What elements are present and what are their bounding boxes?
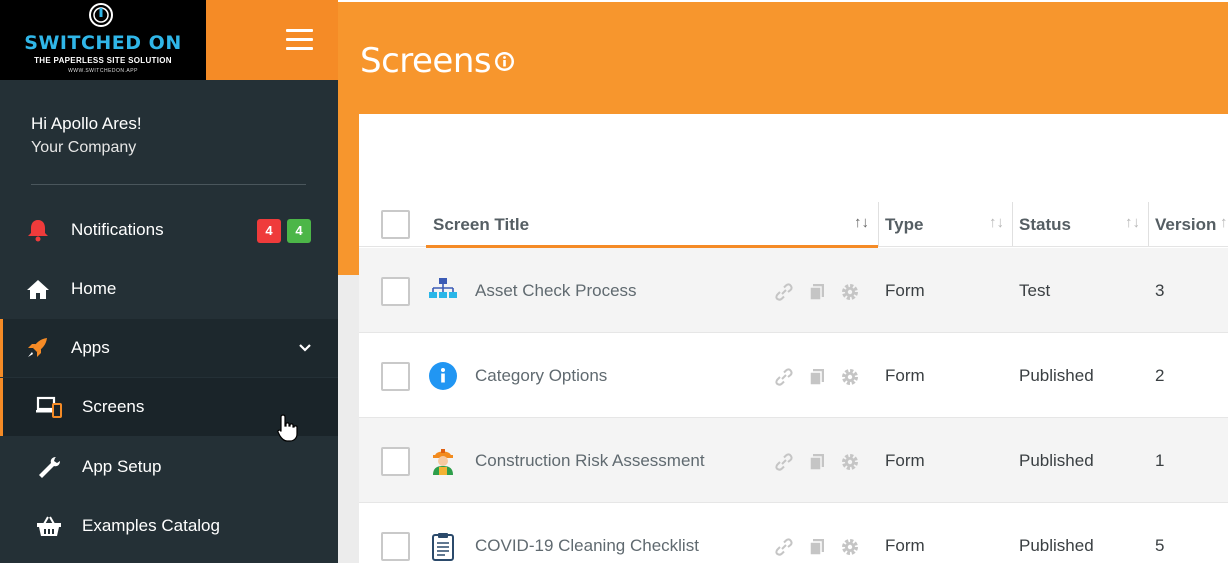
sidebar-item-label: Home: [71, 279, 117, 298]
notification-badge-green: 4: [287, 219, 311, 243]
page-title: Screens: [360, 41, 492, 81]
copy-icon[interactable]: [807, 537, 827, 557]
status-cell: Published: [1019, 366, 1094, 385]
user-greeting: Hi Apollo Ares!: [31, 114, 142, 133]
version-cell: 5: [1155, 536, 1165, 555]
active-indicator: [0, 319, 3, 377]
sort-icon: ↑: [1220, 214, 1228, 231]
table-row[interactable]: Category Options Form Published 2: [359, 333, 1228, 418]
status-cell: Test: [1019, 281, 1051, 300]
column-label: Version: [1155, 215, 1217, 234]
table-row[interactable]: COVID-19 Cleaning Checklist Form Publish…: [359, 503, 1228, 563]
row-checkbox[interactable]: [381, 277, 410, 306]
sidebar-item-label: Examples Catalog: [82, 516, 220, 535]
notification-badge-red: 4: [257, 219, 281, 243]
brand-url: WWW.SWITCHEDON.APP: [68, 68, 138, 74]
sidebar-item-label: Apps: [71, 338, 110, 357]
sidebar-item-label: Screens: [82, 397, 145, 416]
sort-icon: ↑↓: [1125, 214, 1140, 231]
basket-icon: [37, 516, 61, 536]
column-label: Screen Title: [433, 215, 530, 234]
info-circle-icon: [429, 362, 457, 390]
version-cell: 1: [1155, 451, 1165, 470]
sidebar-item-label: Notifications: [71, 220, 164, 239]
sidebar-top-bar: [206, 0, 338, 80]
column-header-status[interactable]: Status ↑↓: [1012, 202, 1148, 248]
sidebar-item-notifications[interactable]: Notifications 4 4: [0, 201, 338, 259]
type-cell: Form: [885, 366, 925, 385]
version-cell: 2: [1155, 366, 1165, 385]
copy-icon[interactable]: [807, 282, 827, 302]
sort-icon: ↑↓: [989, 214, 1004, 231]
gear-icon[interactable]: [840, 367, 860, 387]
sidebar-item-app-setup[interactable]: App Setup: [0, 438, 338, 496]
column-label: Type: [885, 215, 924, 234]
sidebar-item-examples-catalog[interactable]: Examples Catalog: [0, 497, 338, 555]
row-checkbox[interactable]: [381, 447, 410, 476]
version-cell: 3: [1155, 281, 1165, 300]
screen-title-link[interactable]: Category Options: [475, 366, 607, 386]
sidebar-item-apps[interactable]: Apps: [0, 319, 338, 377]
brand-name: SWITCHED ON: [24, 32, 182, 54]
construction-worker-icon: [433, 449, 453, 475]
screen-title-link[interactable]: COVID-19 Cleaning Checklist: [475, 536, 699, 556]
column-header-type[interactable]: Type ↑↓: [878, 202, 1012, 248]
sidebar-divider: [31, 184, 306, 185]
type-cell: Form: [885, 536, 925, 555]
chevron-down-icon: [299, 344, 311, 352]
brand-tagline: THE PAPERLESS SITE SOLUTION: [34, 56, 172, 65]
user-company: Your Company: [31, 139, 137, 156]
status-cell: Published: [1019, 451, 1094, 470]
info-icon[interactable]: [494, 51, 515, 72]
column-header-screen-title[interactable]: Screen Title ↑↓: [426, 202, 878, 248]
wrench-icon: [39, 457, 60, 478]
row-checkbox[interactable]: [381, 532, 410, 561]
table-row[interactable]: Construction Risk Assessment Form Publis…: [359, 418, 1228, 503]
screen-title-link[interactable]: Asset Check Process: [475, 281, 637, 301]
gear-icon[interactable]: [840, 537, 860, 557]
copy-icon[interactable]: [807, 452, 827, 472]
screen-title-link[interactable]: Construction Risk Assessment: [475, 451, 705, 471]
type-cell: Form: [885, 281, 925, 300]
status-cell: Published: [1019, 536, 1094, 555]
sidebar-item-label: App Setup: [82, 457, 162, 476]
power-icon: [89, 3, 113, 27]
select-all-checkbox[interactable]: [381, 210, 410, 239]
link-icon[interactable]: [774, 537, 794, 557]
clipboard-icon: [432, 533, 454, 561]
rocket-icon: [28, 338, 47, 357]
home-icon: [27, 280, 49, 299]
menu-icon[interactable]: [286, 29, 313, 53]
link-icon[interactable]: [774, 367, 794, 387]
sidebar-item-home[interactable]: Home: [0, 260, 338, 318]
hand-cursor-icon: [277, 414, 298, 442]
gear-icon[interactable]: [840, 452, 860, 472]
column-label: Status: [1019, 215, 1071, 234]
sort-icon: ↑↓: [854, 214, 869, 231]
gear-icon[interactable]: [840, 282, 860, 302]
active-indicator: [0, 378, 3, 436]
table-row[interactable]: Asset Check Process Form Test 3: [359, 248, 1228, 333]
row-checkbox[interactable]: [381, 362, 410, 391]
bell-icon: [28, 220, 48, 242]
link-icon[interactable]: [774, 452, 794, 472]
brand-logo[interactable]: SWITCHED ON THE PAPERLESS SITE SOLUTION …: [0, 0, 206, 80]
link-icon[interactable]: [774, 282, 794, 302]
copy-icon[interactable]: [807, 367, 827, 387]
devices-icon: [36, 396, 62, 418]
column-header-version[interactable]: Version ↑: [1148, 202, 1228, 248]
type-cell: Form: [885, 451, 925, 470]
org-chart-icon: [429, 278, 457, 298]
